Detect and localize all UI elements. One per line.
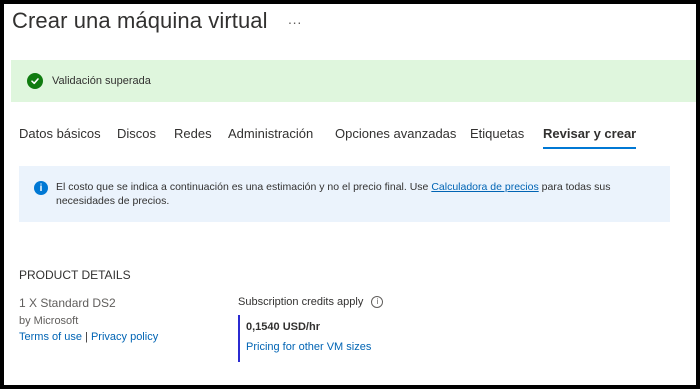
terms-of-use-link[interactable]: Terms of use [19, 331, 82, 343]
credits-label: Subscription credits apply [238, 296, 364, 308]
validation-message: Validación superada [52, 75, 151, 87]
info-text-before: El costo que se indica a continuación es… [56, 181, 429, 193]
page-title: Crear una máquina virtual [12, 8, 268, 33]
pricing-info: Subscription credits apply i 0,1540 USD/… [238, 296, 384, 362]
pricing-info-message: El costo que se indica a continuación es… [56, 180, 636, 208]
product-details-heading: PRODUCT DETAILS [19, 268, 131, 282]
validation-banner: Validación superada [11, 60, 696, 102]
more-options-button[interactable]: ··· [288, 14, 302, 30]
product-name: 1 X Standard DS2 [19, 296, 116, 310]
vm-price: 0,1540 USD/hr [246, 321, 320, 333]
tab-discos[interactable]: Discos [117, 126, 156, 149]
tab-etiquetas[interactable]: Etiquetas [470, 126, 524, 149]
tab-datos-basicos[interactable]: Datos básicos [19, 126, 101, 149]
pricing-calculator-link[interactable]: Calculadora de precios [431, 181, 538, 193]
subscription-credits: Subscription credits apply i [238, 296, 384, 308]
tab-revisar-y-crear[interactable]: Revisar y crear [543, 126, 637, 149]
info-icon: i [34, 181, 48, 195]
info-tooltip-icon[interactable]: i [371, 296, 384, 308]
link-separator: | [85, 331, 88, 343]
product-info: 1 X Standard DS2 by Microsoft Terms of u… [19, 296, 158, 343]
page-header: Crear una máquina virtual ··· [12, 8, 302, 34]
tab-label: Revisar y crear [543, 126, 637, 141]
check-circle-icon [27, 73, 43, 89]
pricing-other-sizes-link[interactable]: Pricing for other VM sizes [246, 341, 371, 353]
price-block: 0,1540 USD/hr Pricing for other VM sizes [238, 315, 371, 362]
create-vm-page: Crear una máquina virtual ··· Validación… [4, 4, 696, 385]
pricing-info-banner: i El costo que se indica a continuación … [19, 166, 670, 222]
tab-redes[interactable]: Redes [174, 126, 212, 149]
tab-opciones-avanzadas[interactable]: Opciones avanzadas [335, 126, 456, 149]
tab-administracion[interactable]: Administración [228, 126, 313, 149]
privacy-policy-link[interactable]: Privacy policy [91, 331, 158, 343]
product-publisher: by Microsoft [19, 315, 79, 327]
product-links: Terms of use | Privacy policy [19, 331, 158, 343]
active-tab-indicator [543, 147, 637, 149]
